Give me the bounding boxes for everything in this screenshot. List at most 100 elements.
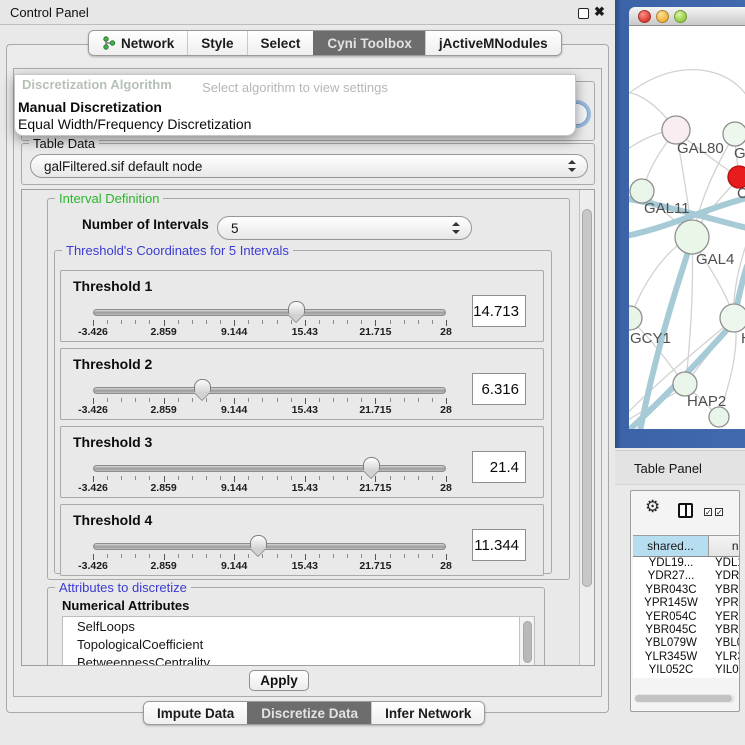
slider-thumb[interactable] xyxy=(288,301,305,314)
combo-stepper-icon xyxy=(568,160,576,172)
close-traffic-light[interactable] xyxy=(638,10,651,23)
tab-select[interactable]: Select xyxy=(247,31,314,55)
tick-mark xyxy=(262,476,263,480)
algorithm-option-2[interactable]: Equal Width/Frequency Discretization xyxy=(18,116,251,132)
threshold-4-panel: Threshold 4-3.4262.8599.14415.4321.71528… xyxy=(60,504,544,576)
tick-mark xyxy=(262,398,263,402)
table-row[interactable]: YIL052CYIL0 xyxy=(633,664,740,677)
tick-mark xyxy=(432,476,433,480)
checkbox-icon[interactable]: ✓ xyxy=(704,508,712,516)
threshold-value-field[interactable]: 14.713 xyxy=(472,295,526,327)
control-panel: Control Panel ✖ Table Data galFiltered.s… xyxy=(0,0,615,745)
slider-track[interactable] xyxy=(93,465,446,472)
tab-label: jActiveMNodules xyxy=(439,36,548,51)
table-panel: ⚙ ✓ ✓ shared...na YDL19...YDL1YDR27...YD… xyxy=(630,490,740,712)
slider-thumb[interactable] xyxy=(194,379,211,392)
tick-label: -3.426 xyxy=(78,326,108,338)
table-row[interactable]: YDL19...YDL1 xyxy=(633,557,740,570)
column-header-2[interactable]: na xyxy=(709,536,740,556)
column-header-1[interactable]: shared... xyxy=(633,536,709,556)
numerical-attributes-list[interactable]: SelfLoopsTopologicalCoefficientBetweenne… xyxy=(62,616,535,666)
attribute-item[interactable]: SelfLoops xyxy=(63,617,534,635)
network-node[interactable] xyxy=(675,220,709,254)
table-cell: YER0 xyxy=(709,611,740,624)
tick-mark xyxy=(107,476,108,480)
tick-label: 28 xyxy=(440,326,452,338)
checkbox-icon[interactable]: ✓ xyxy=(715,508,723,516)
node-label: GCY1 xyxy=(630,330,671,347)
network-node[interactable] xyxy=(709,407,729,427)
tab-discretize-data[interactable]: Discretize Data xyxy=(247,702,371,724)
table-hscrollbar[interactable] xyxy=(634,694,735,703)
tab-jactivemnodules[interactable]: jActiveMNodules xyxy=(425,31,561,55)
table-cell: YBR043C xyxy=(633,584,709,597)
node-label: GAL80 xyxy=(677,140,724,157)
columns-icon[interactable] xyxy=(678,503,693,518)
tick-mark xyxy=(121,320,122,324)
apply-button[interactable]: Apply xyxy=(249,670,309,691)
table-row[interactable]: YLR345WYLR3 xyxy=(633,651,740,664)
zoom-traffic-light[interactable] xyxy=(674,10,687,23)
table-data-combobox[interactable]: galFiltered.sif default node xyxy=(30,154,588,178)
threshold-value-field[interactable]: 21.4 xyxy=(472,451,526,483)
table-cell: YBL0 xyxy=(709,637,740,650)
node-table[interactable]: shared...na YDL19...YDL1YDR27...YDR2YBR0… xyxy=(633,535,740,678)
attribute-item[interactable]: TopologicalCoefficient xyxy=(63,635,534,653)
tick-mark xyxy=(319,320,320,324)
tick-mark xyxy=(347,398,348,402)
tab-infer-network[interactable]: Infer Network xyxy=(371,702,484,724)
minimize-traffic-light[interactable] xyxy=(656,10,669,23)
network-node[interactable] xyxy=(723,122,745,146)
tick-mark xyxy=(149,398,150,402)
tick-mark xyxy=(277,320,278,324)
tick-mark xyxy=(418,476,419,480)
table-row[interactable]: YDR27...YDR2 xyxy=(633,570,740,583)
tick-mark xyxy=(319,476,320,480)
float-window-icon[interactable] xyxy=(578,8,589,19)
settings-scrollbar-track[interactable] xyxy=(579,190,594,665)
threshold-value-field[interactable]: 6.316 xyxy=(472,373,526,405)
tick-label: 28 xyxy=(440,482,452,494)
settings-scrollbar-thumb[interactable] xyxy=(582,209,592,587)
slider-thumb[interactable] xyxy=(250,535,267,548)
tick-mark xyxy=(149,476,150,480)
table-row[interactable]: YBR045CYBR0 xyxy=(633,624,740,637)
tick-mark xyxy=(220,398,221,402)
threshold-value-field[interactable]: 11.344 xyxy=(472,529,526,561)
tick-mark xyxy=(248,476,249,480)
tick-mark xyxy=(178,476,179,480)
slider-thumb[interactable] xyxy=(363,457,380,470)
number-of-intervals-value: 5 xyxy=(231,221,239,236)
gear-icon[interactable]: ⚙ xyxy=(645,497,660,517)
table-row[interactable]: YER054CYER0 xyxy=(633,611,740,624)
tick-mark xyxy=(178,398,179,402)
app-root: Control Panel ✖ Table Data galFiltered.s… xyxy=(0,0,745,745)
tick-mark xyxy=(192,320,193,324)
node-label: C xyxy=(737,185,745,202)
tab-impute-data[interactable]: Impute Data xyxy=(144,702,247,724)
threshold-1-panel: Threshold 1-3.4262.8599.14415.4321.71528… xyxy=(60,270,544,342)
network-window-titlebar xyxy=(629,7,745,26)
network-canvas[interactable]: GAL80GACGAL11GAL4GCY1HHAP2 xyxy=(629,26,745,429)
tab-cyni-toolbox[interactable]: Cyni Toolbox xyxy=(313,31,425,55)
table-row[interactable]: YPR145WYPR1 xyxy=(633,597,740,610)
tab-network[interactable]: Network xyxy=(89,31,187,55)
tick-mark xyxy=(192,554,193,558)
tick-mark xyxy=(418,320,419,324)
algorithm-option-1[interactable]: Manual Discretization xyxy=(18,99,162,115)
network-node[interactable] xyxy=(720,304,745,332)
attribute-item[interactable]: BetweennessCentrality xyxy=(63,653,534,666)
table-row[interactable]: YBR043CYBR0 xyxy=(633,584,740,597)
slider-track[interactable] xyxy=(93,387,446,394)
table-cell: YDR27... xyxy=(633,570,709,583)
close-icon[interactable]: ✖ xyxy=(594,4,605,20)
number-of-intervals-combobox[interactable]: 5 xyxy=(217,216,472,240)
slider-track[interactable] xyxy=(93,543,446,550)
table-row[interactable]: YBL079WYBL0 xyxy=(633,637,740,650)
tick-mark xyxy=(121,398,122,402)
tab-style[interactable]: Style xyxy=(187,31,246,55)
tick-mark xyxy=(149,554,150,558)
slider-track[interactable] xyxy=(93,309,446,316)
list-scrollbar[interactable] xyxy=(523,621,532,663)
network-node[interactable] xyxy=(629,306,642,330)
